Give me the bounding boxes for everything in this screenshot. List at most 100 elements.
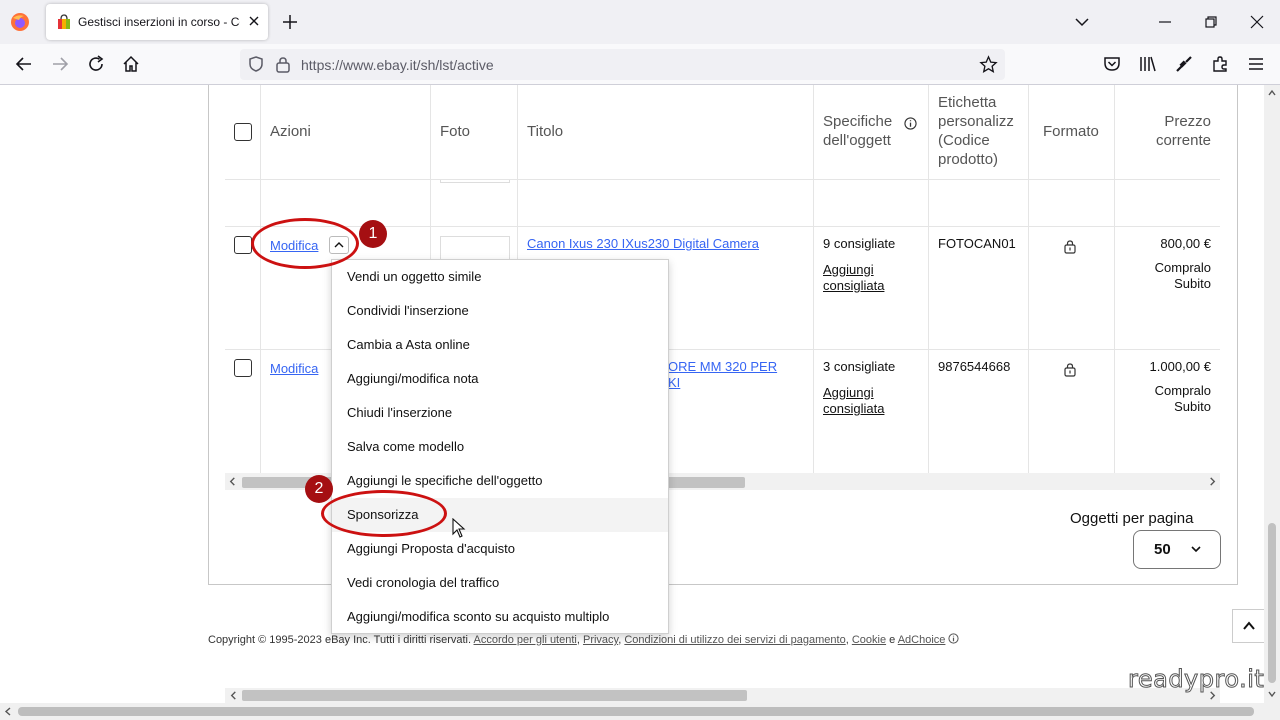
add-recommended-link[interactable]: Aggiungi consigliata [823, 262, 884, 294]
scroll-left-icon[interactable] [229, 691, 238, 700]
header-etichetta-line3: (Codice [938, 132, 990, 149]
add-recommended-line2: consigliata [823, 401, 885, 416]
forward-arrow-icon[interactable] [50, 54, 70, 74]
menu-item-sconto[interactable]: Aggiungi/modifica sconto su acquisto mul… [332, 600, 668, 634]
privacy-link[interactable]: Privacy [583, 634, 618, 646]
menu-item-nota[interactable]: Aggiungi/modifica nota [332, 362, 668, 396]
header-azioni: Azioni [270, 123, 311, 140]
header-specifiche[interactable]: Specifiche dell'oggett [823, 112, 892, 150]
scroll-left-icon[interactable] [228, 477, 237, 486]
item-price: 1.000,00 € [1149, 359, 1211, 374]
items-per-page-select[interactable]: 50 [1133, 530, 1221, 569]
library-icon[interactable] [1138, 54, 1158, 74]
format-type: Compralo Subito [1125, 383, 1211, 415]
close-window-icon[interactable] [1247, 12, 1267, 32]
adchoice-link[interactable]: AdChoice [898, 634, 946, 646]
tab-list-chevron-icon[interactable] [1072, 12, 1092, 32]
menu-item-cronologia[interactable]: Vedi cronologia del traffico [332, 566, 668, 600]
footer: Copyright © 1995-2023 eBay Inc. Tutti i … [208, 633, 960, 646]
browser-tab-bar: Gestisci inserzioni in corso - Co [0, 0, 1280, 44]
page-vertical-thumb[interactable] [1268, 523, 1276, 683]
scroll-right-icon[interactable] [1208, 477, 1217, 486]
specs-count: 3 consigliate [823, 359, 896, 374]
back-to-top-button[interactable] [1232, 609, 1264, 643]
pocket-icon[interactable] [1102, 54, 1122, 74]
url-text: https://www.ebay.it/sh/lst/active [301, 57, 494, 73]
highlight-oval-modifica [251, 218, 359, 269]
header-prezzo-line2: corrente [1155, 132, 1211, 149]
firefox-logo-icon [11, 13, 29, 31]
page-horizontal-thumb[interactable] [18, 707, 1254, 716]
header-prezzo[interactable]: Prezzo corrente [1125, 112, 1211, 150]
extensions-puzzle-icon[interactable] [1210, 54, 1230, 74]
mouse-cursor-icon [452, 518, 466, 538]
header-titolo[interactable]: Titolo [527, 122, 563, 141]
new-tab-icon[interactable] [280, 12, 300, 32]
table-bottom-scrollbar[interactable] [225, 688, 1220, 703]
custom-label: 9876544668 [938, 359, 1011, 374]
menu-item-condividi[interactable]: Condividi l'inserzione [332, 294, 668, 328]
add-recommended-link[interactable]: Aggiungi consigliata [823, 385, 884, 417]
row-checkbox[interactable] [234, 236, 252, 254]
header-specifiche-line1: Specifiche [823, 113, 893, 130]
menu-item-proposta[interactable]: Aggiungi Proposta d'acquisto [332, 532, 668, 566]
active-tab[interactable]: Gestisci inserzioni in corso - Co [46, 4, 268, 40]
format-type-line2: Subito [1174, 399, 1211, 414]
select-all-checkbox[interactable] [234, 123, 252, 141]
menu-item-cambia-asta[interactable]: Cambia a Asta online [332, 328, 668, 362]
table-bottom-scroll-thumb[interactable] [242, 690, 747, 701]
locked-format-icon [1064, 363, 1076, 377]
scroll-up-icon[interactable] [1268, 89, 1276, 97]
page-horizontal-scrollbar[interactable] [0, 703, 1280, 720]
home-icon[interactable] [121, 54, 141, 74]
add-recommended-line1: Aggiungi [823, 385, 874, 400]
page-vertical-scrollbar[interactable] [1264, 85, 1280, 703]
ebay-bag-icon [58, 14, 70, 29]
bookmark-star-icon[interactable] [979, 55, 998, 74]
hamburger-menu-icon[interactable] [1246, 54, 1266, 74]
extension-tools-icon[interactable] [1174, 54, 1194, 74]
item-price: 800,00 € [1160, 236, 1211, 251]
scroll-down-icon[interactable] [1268, 690, 1276, 698]
browser-nav-bar: https://www.ebay.it/sh/lst/active [0, 44, 1280, 85]
step-badge-2: 2 [305, 475, 333, 503]
back-arrow-icon[interactable] [14, 54, 34, 74]
locked-format-icon [1064, 240, 1076, 254]
tracking-shield-icon[interactable] [247, 55, 265, 73]
header-formato: Formato [1043, 123, 1099, 140]
copyright-text: Copyright © 1995-2023 eBay Inc. Tutti i … [208, 634, 472, 646]
lock-icon[interactable] [275, 56, 291, 73]
menu-item-chiudi[interactable]: Chiudi l'inserzione [332, 396, 668, 430]
user-agreement-link[interactable]: Accordo per gli utenti [474, 634, 577, 646]
format-type: Compralo Subito [1125, 260, 1211, 292]
custom-label: FOTOCAN01 [938, 236, 1016, 251]
menu-item-salva-modello[interactable]: Salva come modello [332, 430, 668, 464]
add-recommended-line1: Aggiungi [823, 262, 874, 277]
modifica-link[interactable]: Modifica [270, 361, 318, 376]
item-title-link[interactable]: Canon Ixus 230 IXus230 Digital Camera [527, 236, 759, 251]
cookie-link[interactable]: Cookie [852, 634, 886, 646]
reload-icon[interactable] [86, 54, 106, 74]
header-etichetta-line2: personalizz [938, 113, 1014, 130]
item-thumbnail[interactable] [440, 236, 510, 260]
url-bar[interactable]: https://www.ebay.it/sh/lst/active [240, 49, 1005, 80]
specs-count: 9 consigliate [823, 236, 896, 251]
minimize-icon[interactable] [1155, 12, 1175, 32]
actions-dropdown-menu: Vendi un oggetto simile Condividi l'inse… [331, 259, 669, 634]
info-icon[interactable] [904, 117, 917, 130]
row-checkbox[interactable] [234, 359, 252, 377]
watermark: readypro.it [1127, 665, 1265, 694]
payments-terms-link[interactable]: Condizioni di utilizzo dei servizi di pa… [624, 634, 845, 646]
close-tab-icon[interactable] [246, 13, 262, 29]
adchoice-icon[interactable] [948, 633, 960, 644]
restore-icon[interactable] [1201, 12, 1221, 32]
format-type-line1: Compralo [1154, 383, 1211, 398]
header-etichetta-line4: prodotto) [938, 151, 999, 168]
highlight-oval-sponsorizza [321, 490, 447, 537]
header-etichetta-line1: Etichetta [938, 94, 997, 111]
header-specifiche-line2: dell'oggett [823, 132, 891, 149]
header-prezzo-line1: Prezzo [1164, 113, 1211, 130]
menu-item-vendi-simile[interactable]: Vendi un oggetto simile [332, 260, 668, 294]
scroll-left-icon[interactable] [4, 707, 12, 716]
header-etichetta[interactable]: Etichetta personalizz (Codice prodotto) [938, 93, 1026, 169]
